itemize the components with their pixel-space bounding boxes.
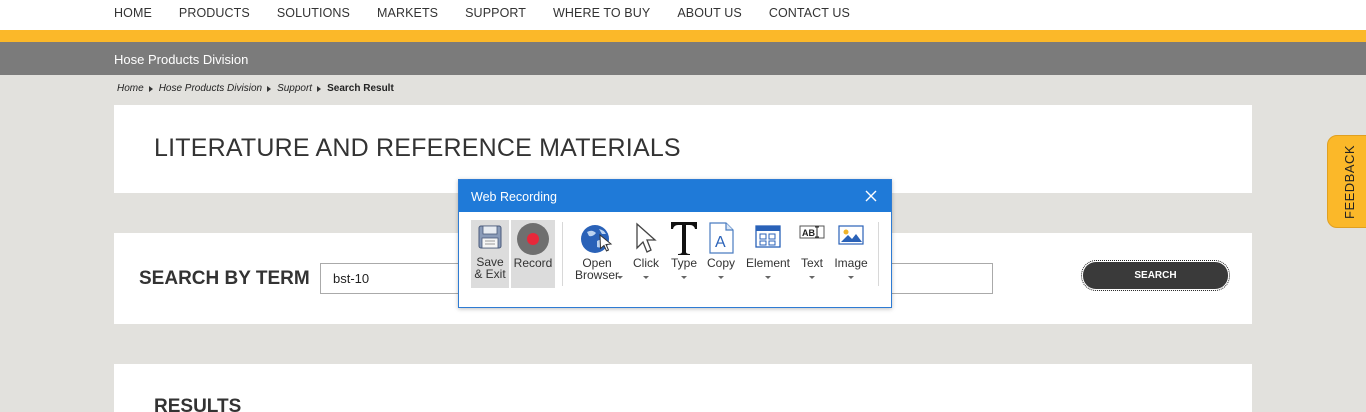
svg-text:AB: AB — [802, 228, 815, 238]
breadcrumb-current: Search Result — [327, 83, 394, 94]
element-dropdown-icon — [765, 276, 771, 279]
division-title[interactable]: Hose Products Division — [114, 52, 248, 67]
copy-label: Copy — [706, 256, 735, 270]
division-bar: Hose Products Division — [0, 42, 1366, 75]
breadcrumb-hose-products[interactable]: Hose Products Division — [159, 83, 262, 94]
accent-bar — [0, 30, 1366, 42]
image-dropdown-icon — [848, 276, 854, 279]
dialog-title: Web Recording — [471, 190, 557, 204]
search-button[interactable]: SEARCH — [1081, 260, 1230, 291]
element-button[interactable]: Element — [743, 220, 793, 288]
nav-item-support[interactable]: SUPPORT — [465, 6, 526, 20]
results-heading: RESULTS — [154, 396, 242, 412]
breadcrumb-separator-icon — [317, 85, 322, 92]
click-label: Click — [633, 256, 659, 270]
nav-item-products[interactable]: PRODUCTS — [179, 6, 250, 20]
image-button[interactable]: Image — [831, 220, 871, 288]
record-label: Record — [513, 256, 553, 270]
web-recording-dialog: Web Recording Save & Exit Record Open Br… — [458, 179, 892, 308]
nav-item-about-us[interactable]: ABOUT US — [677, 6, 741, 20]
dialog-titlebar[interactable]: Web Recording — [459, 180, 891, 212]
breadcrumb-separator-icon — [267, 85, 272, 92]
svg-text:A: A — [715, 234, 726, 251]
top-navigation: HOME PRODUCTS SOLUTIONS MARKETS SUPPORT WHERE… — [0, 0, 1366, 30]
nav-item-where-to-buy[interactable]: WHERE TO BUY — [553, 6, 650, 20]
floppy-disk-icon — [477, 224, 503, 253]
save-exit-button[interactable]: Save & Exit — [471, 220, 509, 288]
globe-icon — [580, 223, 614, 258]
toolbar-divider — [878, 222, 879, 286]
feedback-label: FEEDBACK — [1342, 144, 1357, 219]
click-dropdown-icon — [643, 276, 649, 279]
nav-item-home[interactable]: HOME — [114, 6, 152, 20]
topnav-list: HOME PRODUCTS SOLUTIONS MARKETS SUPPORT WHERE… — [114, 6, 877, 20]
type-icon — [669, 220, 699, 259]
type-label: Type — [670, 256, 697, 270]
breadcrumb: Home Hose Products Division Support Sear… — [117, 83, 394, 94]
save-exit-label: Save & Exit — [474, 255, 506, 281]
text-dropdown-icon — [809, 276, 815, 279]
type-dropdown-icon — [681, 276, 687, 279]
close-icon[interactable] — [861, 186, 881, 206]
image-label: Image — [834, 256, 868, 270]
breadcrumb-separator-icon — [148, 85, 153, 92]
copy-dropdown-icon — [718, 276, 724, 279]
picture-icon — [838, 224, 864, 249]
feedback-tab[interactable]: FEEDBACK — [1327, 135, 1366, 228]
nav-item-contact-us[interactable]: CONTACT US — [769, 6, 850, 20]
results-card: RESULTS — [114, 364, 1252, 412]
search-heading: SEARCH BY TERM — [139, 268, 310, 289]
nav-item-markets[interactable]: MARKETS — [377, 6, 438, 20]
breadcrumb-home[interactable]: Home — [117, 83, 144, 94]
toolbar-divider — [562, 222, 563, 286]
type-button[interactable]: Type — [667, 220, 701, 288]
record-icon — [516, 222, 550, 259]
nav-item-solutions[interactable]: SOLUTIONS — [277, 6, 350, 20]
text-button[interactable]: AB Text — [796, 220, 828, 288]
open-browser-dropdown-icon — [617, 276, 623, 279]
text-field-icon: AB — [799, 224, 825, 245]
element-window-icon — [754, 224, 782, 253]
copy-button[interactable]: A Copy — [704, 220, 738, 288]
page-title: LITERATURE AND REFERENCE MATERIALS — [154, 134, 681, 162]
click-button[interactable]: Click — [629, 220, 663, 288]
breadcrumb-support[interactable]: Support — [277, 83, 312, 94]
cursor-arrow-icon — [633, 222, 659, 257]
text-label: Text — [800, 256, 823, 270]
open-browser-button[interactable]: Open Browser — [569, 220, 625, 288]
copy-document-icon: A — [707, 222, 735, 257]
element-label: Element — [745, 256, 791, 270]
record-button[interactable]: Record — [511, 220, 555, 288]
